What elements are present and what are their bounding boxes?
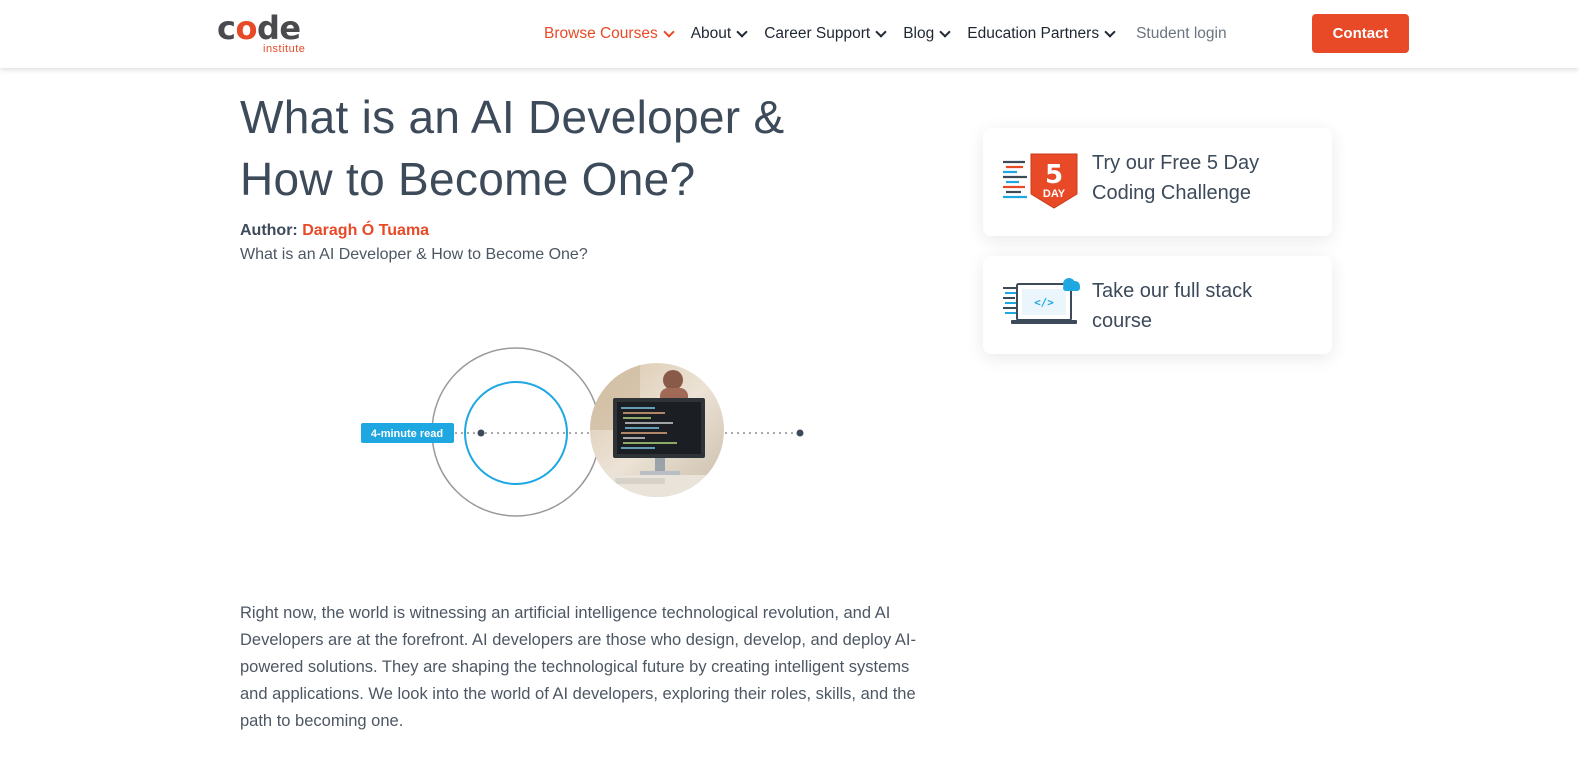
- article-title: What is an AI Developer & How to Become …: [240, 91, 785, 205]
- timeline-dot-end: [796, 429, 804, 437]
- outer-ring: [431, 347, 601, 517]
- svg-text:5: 5: [1045, 160, 1063, 190]
- full-stack-course-label: Take our full stack course: [1092, 280, 1253, 332]
- coding-challenge-card[interactable]: 5 DAY Try our Free 5 Day Coding Challeng…: [983, 128, 1332, 236]
- site-header: code institute Browse Courses About Care…: [0, 0, 1579, 68]
- author-link[interactable]: Daragh Ó Tuama: [302, 222, 429, 239]
- five-day-badge-icon: 5 DAY: [1003, 152, 1079, 215]
- logo-wordmark: code: [217, 9, 301, 47]
- author-line: Author: Daragh Ó Tuama: [240, 222, 429, 240]
- chevron-down-icon: [939, 26, 951, 38]
- chevron-down-icon: [663, 26, 675, 38]
- logo-subtitle: institute: [263, 43, 306, 55]
- code-institute-logo[interactable]: code institute: [217, 8, 317, 58]
- contact-button[interactable]: Contact: [1312, 14, 1409, 53]
- hero-illustration: 4-minute read: [355, 340, 815, 525]
- timeline-dot-start: [477, 429, 485, 437]
- svg-text:DAY: DAY: [1043, 188, 1066, 200]
- read-time-label: 4-minute read: [371, 428, 443, 440]
- developer-photo: [590, 363, 724, 497]
- chevron-down-icon: [1104, 26, 1116, 38]
- nav-education-partners[interactable]: Education Partners: [967, 25, 1116, 43]
- author-label: Author:: [240, 222, 298, 239]
- coding-challenge-label: Try our Free 5 Day Coding Challenge: [1092, 152, 1260, 204]
- nav-career-support[interactable]: Career Support: [764, 25, 887, 43]
- student-login-link[interactable]: Student login: [1136, 25, 1227, 43]
- nav-about[interactable]: About: [691, 25, 748, 43]
- laptop-code-icon: </>: [1003, 274, 1083, 331]
- svg-text:</>: </>: [1034, 296, 1054, 309]
- article-intro: Right now, the world is witnessing an ar…: [240, 604, 917, 730]
- chevron-down-icon: [736, 26, 748, 38]
- nav-browse-courses[interactable]: Browse Courses: [544, 25, 675, 43]
- full-stack-course-card[interactable]: </> Take our full stack course: [983, 256, 1332, 354]
- nav-blog[interactable]: Blog: [903, 25, 951, 43]
- article-subtitle: What is an AI Developer & How to Become …: [240, 246, 588, 263]
- main-nav: Browse Courses About Career Support Blog…: [544, 14, 1227, 54]
- hero-graphic: 4-minute read: [361, 347, 804, 517]
- chevron-down-icon: [875, 26, 887, 38]
